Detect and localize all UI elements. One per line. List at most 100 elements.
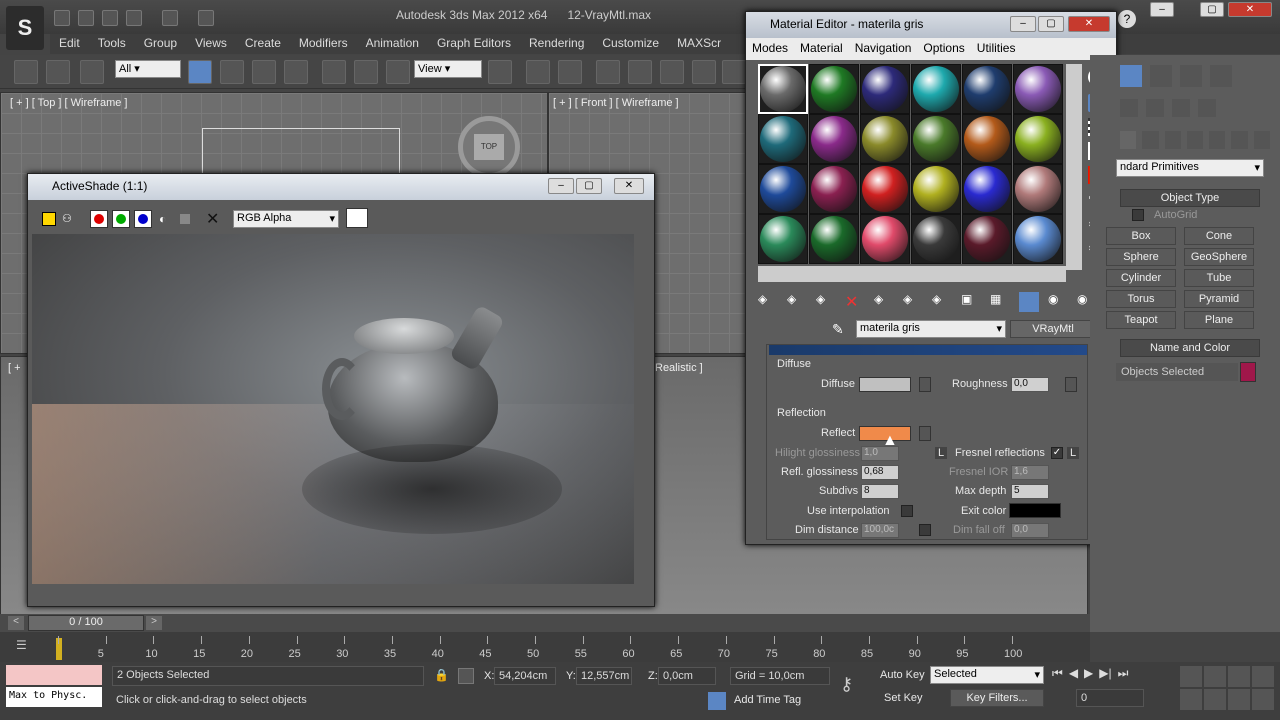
zoom-extents-icon[interactable] (1228, 666, 1250, 687)
subdivs-spinner[interactable]: 8 (861, 484, 899, 499)
new-icon[interactable] (54, 10, 70, 26)
viewcube[interactable]: TOP (474, 134, 504, 160)
named-selection-icon[interactable] (722, 60, 746, 84)
mateditor-minimize[interactable]: – (1010, 16, 1036, 32)
zoom-extents-all-icon[interactable] (1252, 666, 1274, 687)
motion-tab-icon[interactable] (1210, 65, 1232, 87)
slots-vscrollbar[interactable] (1066, 64, 1082, 270)
show-end-result-icon[interactable] (1019, 292, 1039, 312)
undo-icon[interactable] (126, 10, 142, 26)
utilities-tab-icon[interactable] (1146, 99, 1164, 117)
roughness-map-button[interactable] (1065, 377, 1077, 392)
mateditor-menu-utilities[interactable]: Utilities (977, 41, 1016, 55)
save-icon[interactable] (102, 10, 118, 26)
unlink-icon[interactable] (46, 60, 70, 84)
spinner-snap-icon[interactable] (692, 60, 716, 84)
menu-modifiers[interactable]: Modifiers (290, 34, 357, 52)
display-tab-icon[interactable] (1120, 99, 1138, 117)
autogrid-checkbox[interactable] (1132, 209, 1144, 221)
tube-button[interactable]: Tube (1184, 269, 1254, 287)
modify-tab-icon[interactable] (1150, 65, 1172, 87)
key-icon[interactable]: ⚷ (840, 674, 853, 695)
timeline-ticks[interactable]: 5 10 15 20 25 30 35 40 45 50 55 60 65 70 75 80 85 90 95 100 (0, 636, 1090, 662)
viewport-perspective-label[interactable]: Realistic ] (655, 362, 703, 374)
reflect-map-button[interactable] (919, 426, 931, 441)
field-of-view-icon[interactable] (1180, 689, 1202, 710)
move-icon[interactable] (322, 60, 346, 84)
mateditor-menu-modes[interactable]: Modes (752, 41, 788, 55)
sample-slot[interactable] (860, 64, 910, 114)
menu-create[interactable]: Create (236, 34, 290, 52)
menu-graph-editors[interactable]: Graph Editors (428, 34, 520, 52)
object-name-field[interactable]: Objects Selected (1116, 363, 1238, 381)
plane-button[interactable]: Plane (1184, 311, 1254, 329)
menu-maxscript[interactable]: MAXScr (668, 34, 730, 52)
fresnel-ior-spinner[interactable]: 1,6 (1011, 465, 1049, 480)
sample-slot[interactable] (1013, 64, 1063, 114)
helpers-icon[interactable] (1209, 131, 1226, 149)
zoom-icon[interactable] (1180, 666, 1202, 687)
sample-slot[interactable] (962, 214, 1012, 264)
clone-icon[interactable]: ⚇ (62, 212, 78, 226)
maxscript-listener[interactable]: Max to Physc. (6, 687, 102, 707)
show-map-icon[interactable]: ▦ (990, 292, 1010, 312)
sample-slot[interactable] (911, 164, 961, 214)
menu-animation[interactable]: Animation (357, 34, 428, 52)
next-frame-icon[interactable]: ▶| (1099, 666, 1111, 684)
dim-distance-spinner[interactable]: 100,0c (861, 523, 899, 538)
menu-views[interactable]: Views (186, 34, 236, 52)
time-slider-thumb[interactable]: 0 / 100 (28, 615, 144, 631)
time-slider-next[interactable]: > (146, 616, 162, 630)
fresnel-lock-button[interactable]: L (1067, 447, 1080, 459)
menu-group[interactable]: Group (135, 34, 186, 52)
play-icon[interactable]: ▶ (1084, 666, 1093, 684)
sphere-button[interactable]: Sphere (1106, 248, 1176, 266)
material-name-field[interactable]: materila gris ▾ (856, 320, 1006, 338)
assign-to-selection-icon[interactable]: ◈ (816, 292, 836, 312)
activeshade-maximize[interactable]: ▢ (576, 178, 602, 194)
modifier-icon[interactable] (1172, 99, 1190, 117)
reset-map-icon[interactable]: ✕ (845, 292, 865, 312)
put-to-scene-icon[interactable]: ◈ (787, 292, 807, 312)
app-close-button[interactable]: ✕ (1228, 2, 1272, 17)
sample-slot[interactable] (911, 64, 961, 114)
sample-slot[interactable] (962, 64, 1012, 114)
sample-slot[interactable] (809, 164, 859, 214)
slots-hscrollbar[interactable] (758, 266, 1066, 282)
percent-snap-icon[interactable] (660, 60, 684, 84)
go-to-end-icon[interactable]: ⏭ (1118, 666, 1129, 684)
maximize-viewport-icon[interactable] (1252, 689, 1274, 710)
sample-slot[interactable] (809, 114, 859, 164)
make-copy-icon[interactable]: ◈ (874, 292, 894, 312)
material-type-button[interactable]: VRayMtl (1010, 320, 1096, 338)
maxscript-listener-top[interactable] (6, 665, 102, 685)
select-manipulate-icon[interactable] (526, 60, 550, 84)
sample-slot[interactable] (860, 114, 910, 164)
activeshade-minimize[interactable]: – (548, 178, 574, 194)
menu-rendering[interactable]: Rendering (520, 34, 593, 52)
select-by-name-icon[interactable] (220, 60, 244, 84)
cone-button[interactable]: Cone (1184, 227, 1254, 245)
orbit-icon[interactable] (1228, 689, 1250, 710)
teapot-button[interactable]: Teapot (1106, 311, 1176, 329)
alpha-channel-icon[interactable]: ◐ (159, 212, 166, 226)
open-icon[interactable] (78, 10, 94, 26)
box-button[interactable]: Box (1106, 227, 1176, 245)
max-depth-spinner[interactable]: 5 (1011, 484, 1049, 499)
zoom-all-icon[interactable] (1204, 666, 1226, 687)
prev-frame-icon[interactable]: ◀ (1069, 666, 1078, 684)
save-image-icon[interactable] (42, 212, 56, 226)
green-channel-toggle[interactable] (112, 210, 130, 228)
get-material-icon[interactable]: ◈ (758, 292, 778, 312)
time-tag-icon[interactable] (708, 692, 726, 710)
exit-color-swatch[interactable] (1009, 503, 1061, 518)
object-type-rollout[interactable]: Object Type (1120, 189, 1260, 207)
sample-slot[interactable] (1013, 164, 1063, 214)
z-coordinate[interactable]: 0,0cm (658, 667, 716, 685)
blue-channel-toggle[interactable] (134, 210, 152, 228)
utility-icon[interactable] (1198, 99, 1216, 117)
dim-distance-checkbox[interactable] (919, 524, 931, 536)
mateditor-close[interactable]: ✕ (1068, 16, 1110, 32)
help-icon[interactable]: ? (1118, 10, 1136, 28)
time-slider-prev[interactable]: < (8, 616, 24, 630)
